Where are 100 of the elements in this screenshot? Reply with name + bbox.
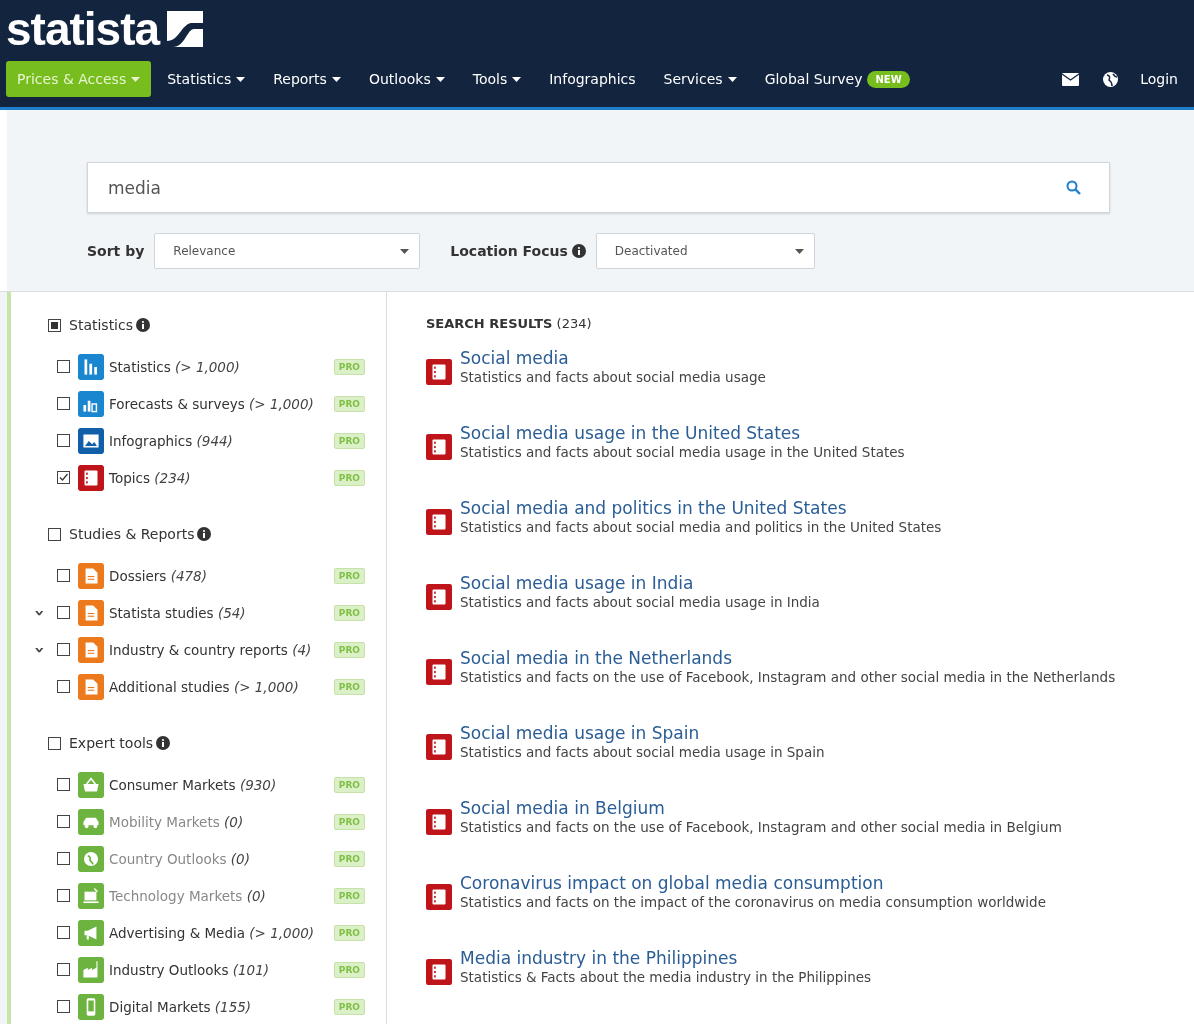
info-icon[interactable] (156, 736, 171, 750)
topic-icon (426, 884, 452, 910)
filter-checkbox[interactable] (57, 434, 70, 447)
result-title-link[interactable]: Media industry in the Philippines (460, 947, 872, 969)
location-focus-dropdown[interactable]: Deactivated (595, 233, 815, 269)
topic-icon (426, 359, 452, 385)
result-description: Statistics & Facts about the media industry in the Philippines (460, 969, 872, 985)
sort-dropdown[interactable]: Relevance (154, 233, 421, 269)
globe-icon[interactable] (1103, 71, 1119, 87)
group-checkbox[interactable] (48, 318, 61, 332)
filter-option[interactable]: Industry & country reports (4) (109, 641, 334, 658)
filter-option[interactable]: Statista studies (54) (109, 604, 334, 621)
filter-checkbox[interactable] (57, 471, 70, 484)
search-icon[interactable] (1066, 180, 1081, 195)
result-title-link[interactable]: Social media and politics in the United States (460, 497, 942, 519)
filter-group-title: Studies & Reports (69, 526, 195, 542)
result-title-link[interactable]: Coronavirus impact on global media consumption (460, 872, 1046, 894)
nav-item[interactable]: Global Survey NEW (750, 61, 924, 97)
filter-option[interactable]: Additional studies (> 1,000) (109, 678, 334, 695)
result-description: Statistics and facts about social media and politics in the United States (460, 519, 942, 535)
logo-icon[interactable] (167, 11, 204, 47)
filter-checkbox[interactable] (57, 360, 70, 373)
filter-checkbox[interactable] (57, 778, 70, 791)
filter-checkbox[interactable] (57, 926, 70, 939)
result-title-link[interactable]: Social media usage in Spain (460, 722, 825, 744)
pro-badge: PRO (333, 924, 365, 941)
pro-badge: PRO (333, 358, 365, 375)
expand-toggle[interactable]: › (33, 646, 47, 653)
logo[interactable]: statista (6, 6, 160, 52)
pro-badge: PRO (333, 567, 365, 584)
result-title-link[interactable]: Social media usage in the United States (460, 422, 905, 444)
info-icon[interactable] (571, 244, 586, 258)
filter-checkbox[interactable] (57, 643, 70, 656)
filter-option[interactable]: Industry Outlooks (101) (109, 961, 334, 978)
pro-badge: PRO (333, 469, 365, 486)
caret-icon (236, 76, 246, 82)
group-checkbox[interactable] (48, 527, 61, 541)
filter-option[interactable]: Consumer Markets (930) (109, 776, 334, 793)
nav-item[interactable]: Reports (259, 61, 355, 97)
result-title-link[interactable]: Social media in the Netherlands (460, 647, 1116, 669)
filter-option[interactable]: Forecasts & surveys (> 1,000) (109, 395, 334, 412)
expand-toggle[interactable]: › (33, 609, 47, 616)
filter-option[interactable]: Dossiers (478) (109, 567, 334, 584)
result-description: Statistics and facts about social media usage (460, 369, 766, 385)
pro-badge: PRO (333, 813, 365, 830)
topic-icon (426, 809, 452, 835)
topic-icon (426, 659, 452, 685)
location-focus-label: Location Focus (450, 243, 568, 259)
filter-group-title: Expert tools (69, 735, 154, 751)
info-icon[interactable] (197, 527, 212, 541)
result-description: Statistics and facts on the impact of the coronavirus on media consumption worldwide (460, 894, 1046, 910)
filter-checkbox[interactable] (57, 606, 70, 619)
topic-icon (426, 434, 452, 460)
pro-badge: PRO (333, 641, 365, 658)
pro-badge: PRO (333, 395, 365, 412)
caret-icon (727, 76, 737, 82)
nav-item[interactable]: Infographics (535, 61, 650, 97)
topic-icon (426, 734, 452, 760)
caret-icon (512, 76, 522, 82)
filter-group-title: Statistics (69, 317, 133, 333)
result-description: Statistics and facts on the use of Facebook, Instagram and other social media in Belgium (460, 819, 1062, 835)
caret-icon (435, 76, 445, 82)
pro-badge: PRO (333, 887, 365, 904)
filter-checkbox[interactable] (57, 1000, 70, 1013)
filter-option[interactable]: Topics (234) (109, 469, 334, 486)
pro-badge: PRO (333, 961, 365, 978)
topic-icon (426, 584, 452, 610)
pro-badge: PRO (333, 850, 365, 867)
pro-badge: PRO (333, 432, 365, 449)
results-heading: SEARCH RESULTS (234) (426, 316, 593, 331)
filter-checkbox[interactable] (57, 397, 70, 410)
result-description: Statistics and facts about social media usage in India (460, 594, 820, 610)
pro-badge: PRO (333, 998, 365, 1015)
caret-icon (131, 76, 141, 82)
nav-item[interactable]: Statistics (153, 61, 260, 97)
filter-option[interactable]: Advertising & Media (> 1,000) (109, 924, 334, 941)
filter-checkbox[interactable] (57, 680, 70, 693)
info-icon[interactable] (136, 318, 150, 332)
login-link[interactable]: Login (1130, 71, 1188, 87)
filter-option[interactable]: Digital Markets (155) (109, 998, 334, 1015)
nav-item[interactable]: Tools (458, 61, 536, 97)
result-title-link[interactable]: Social media usage in India (460, 572, 820, 594)
filter-checkbox[interactable] (57, 963, 70, 976)
pro-badge: PRO (333, 604, 365, 621)
nav-item[interactable]: Services (649, 61, 751, 97)
pro-badge: PRO (333, 776, 365, 793)
mail-icon[interactable] (1062, 72, 1080, 86)
filter-option[interactable]: Infographics (944) (109, 432, 334, 449)
result-description: Statistics and facts on the use of Facebook, Instagram and other social media in the Netherlands (460, 669, 1116, 685)
group-checkbox[interactable] (48, 736, 61, 750)
filter-option[interactable]: Statistics (> 1,000) (109, 358, 334, 375)
result-title-link[interactable]: Social media in Belgium (460, 797, 1062, 819)
caret-icon (400, 248, 410, 254)
search-field[interactable]: media (87, 162, 1110, 213)
filter-checkbox[interactable] (57, 569, 70, 582)
sort-label: Sort by (87, 243, 145, 259)
nav-item[interactable]: Outlooks (354, 61, 459, 97)
result-title-link[interactable]: Social media (460, 347, 766, 369)
topic-icon (426, 509, 452, 535)
result-description: Statistics and facts about social media usage in Spain (460, 744, 825, 760)
